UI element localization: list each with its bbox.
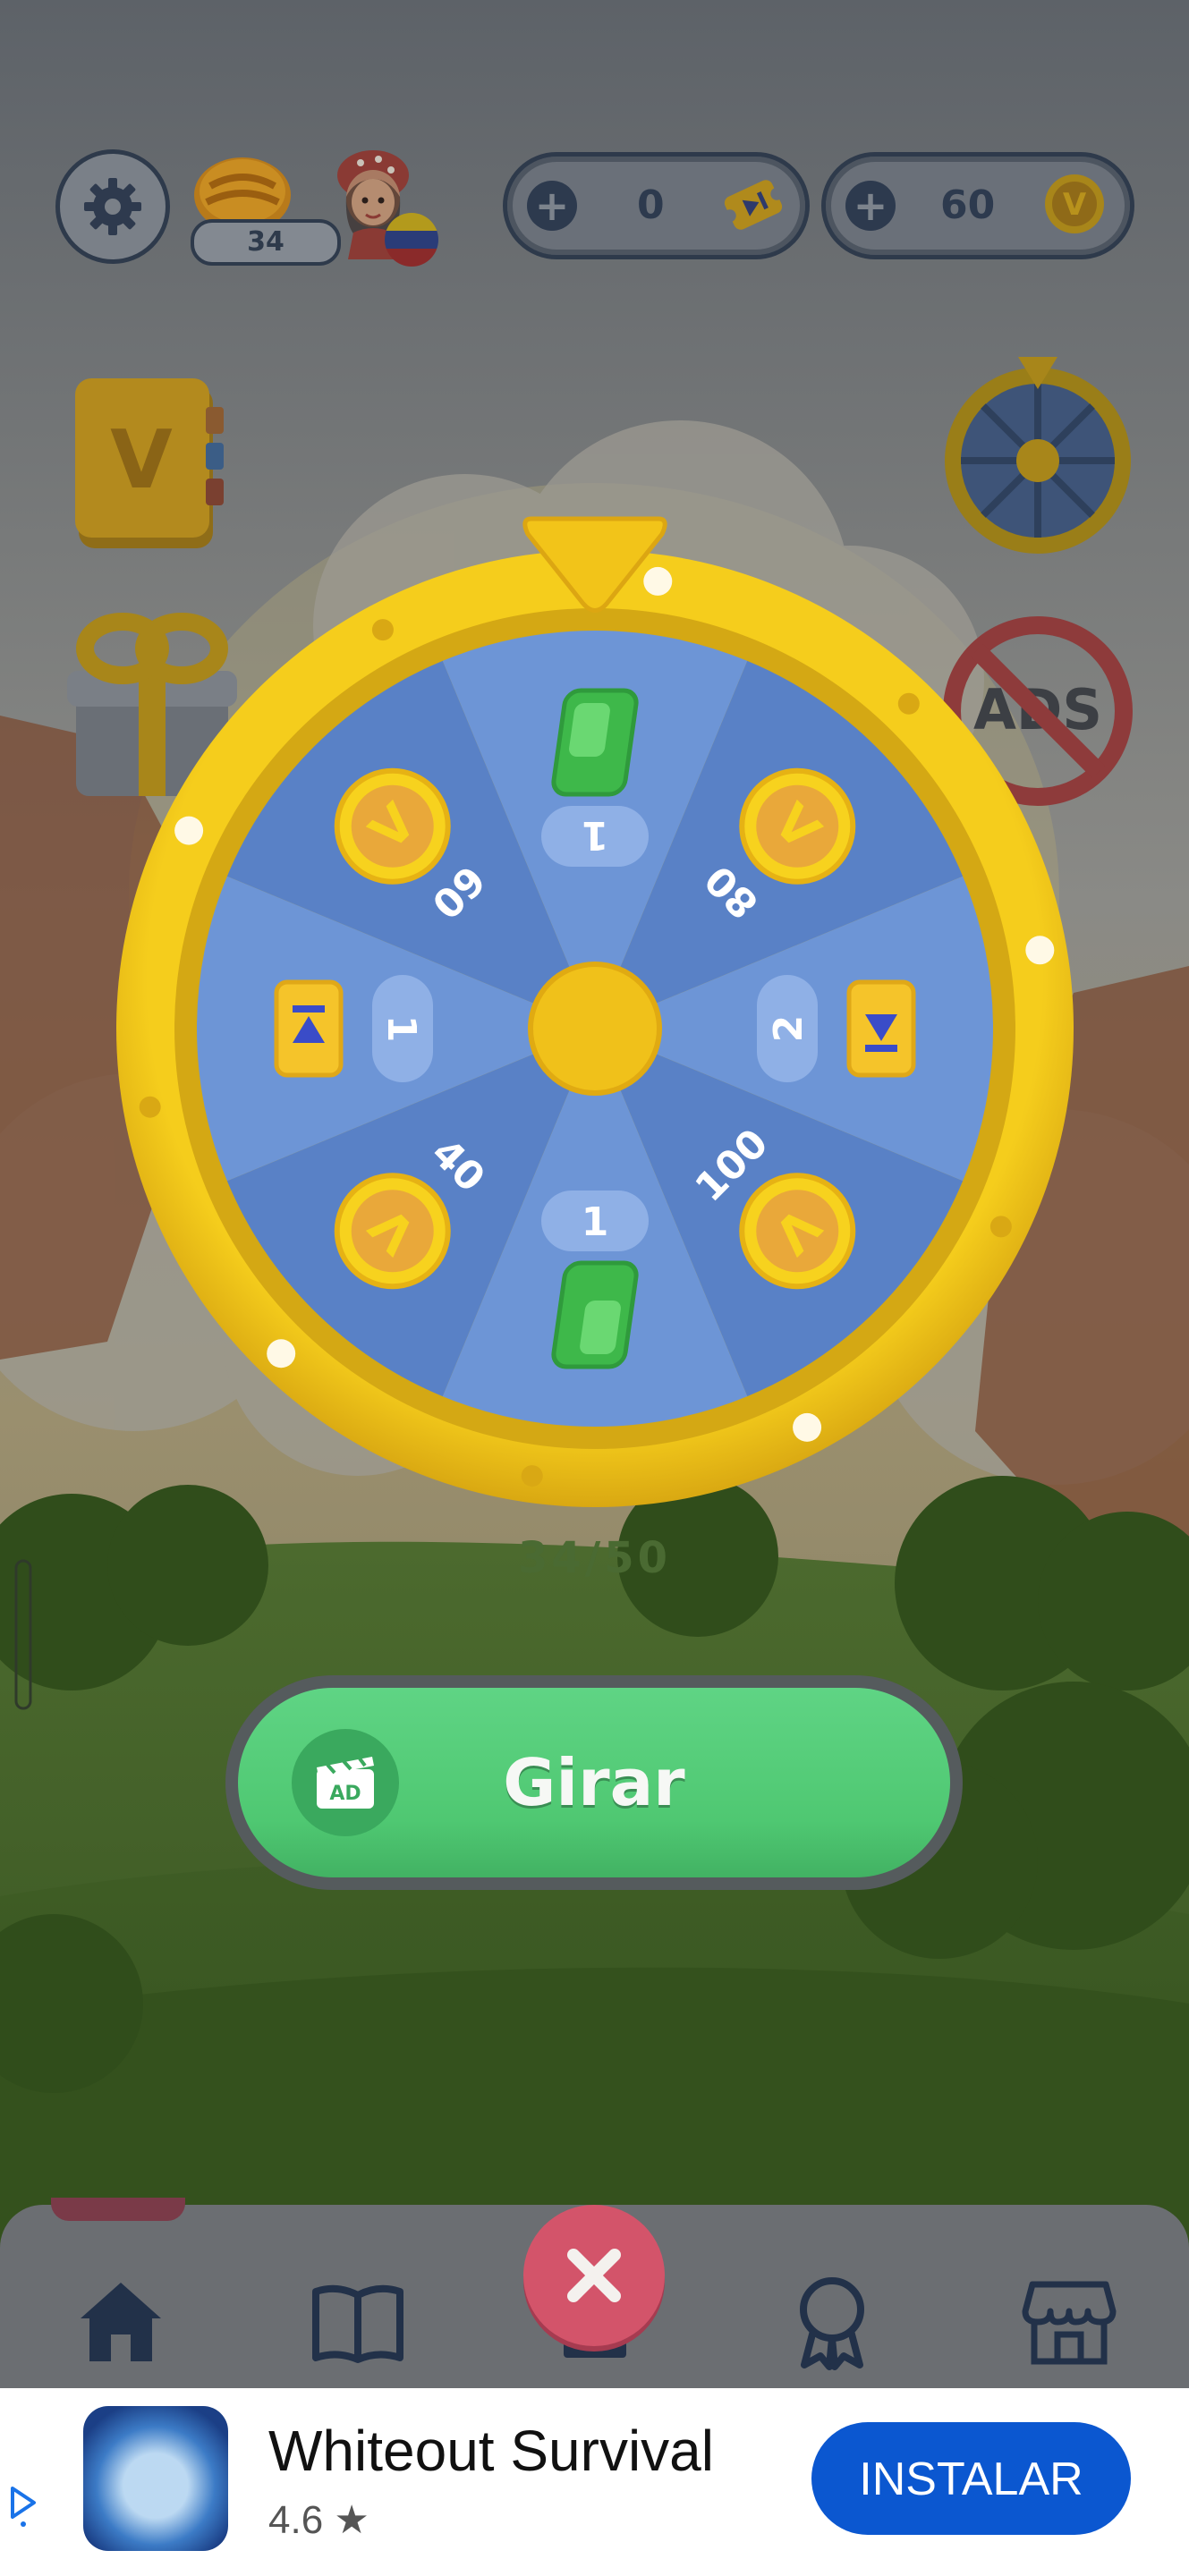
spin-counter: 34/50 xyxy=(517,1533,672,1583)
nav-notification-tab xyxy=(51,2198,185,2221)
coin-letter: V xyxy=(1063,187,1087,223)
tickets-counter: + 0 xyxy=(503,152,810,259)
ad-rating: 4.6 ★ xyxy=(268,2498,369,2542)
rim-bulb xyxy=(521,1465,543,1487)
ticket-prize-icon xyxy=(274,979,344,1078)
rim-bulb xyxy=(793,1412,822,1442)
coin-icon: V xyxy=(1045,174,1104,233)
rim-bulb xyxy=(643,566,673,596)
album-letter: V xyxy=(110,413,173,507)
spin-button[interactable]: AD Girar xyxy=(225,1675,963,1890)
book-icon xyxy=(312,2284,403,2363)
prize-amount-label: 2 xyxy=(757,975,818,1082)
adchoices-icon[interactable] xyxy=(5,2483,41,2528)
tickets-value: 0 xyxy=(637,182,665,228)
settings-button[interactable] xyxy=(55,149,170,264)
install-button[interactable]: INSTALAR xyxy=(811,2422,1131,2535)
rim-bulb xyxy=(989,1216,1012,1238)
nav-book[interactable] xyxy=(309,2272,407,2370)
ad-app-name[interactable]: Whiteout Survival xyxy=(268,2415,714,2487)
close-button[interactable] xyxy=(523,2205,665,2346)
prize-wheel[interactable]: 1 V802V1001V401V60 xyxy=(106,514,1084,1516)
close-icon xyxy=(567,2249,621,2302)
venezuela-flag-icon xyxy=(385,213,438,267)
coins-value: 60 xyxy=(940,182,996,228)
add-coins-button[interactable]: + xyxy=(845,181,896,231)
wheel-hub xyxy=(528,962,662,1096)
award-ribbon-icon xyxy=(800,2277,864,2370)
prize-amount: 1 xyxy=(582,1199,609,1245)
home-icon xyxy=(81,2283,161,2361)
rim-bulb xyxy=(139,1096,161,1118)
game-screen: 34 + 0 + 60 V V 1 V 80 2 V 100 1 V 40 1 … xyxy=(0,0,1189,2576)
rim-bulb xyxy=(267,1339,296,1368)
gem-prize-icon xyxy=(551,688,639,797)
prize-amount: 2 xyxy=(766,1015,811,1043)
rim-bulb xyxy=(1025,936,1055,965)
prize-amount-label: 1 xyxy=(541,806,649,867)
gem-prize-icon xyxy=(551,1260,639,1369)
spin-button-face: AD Girar xyxy=(238,1688,950,1877)
ticket-icon xyxy=(723,180,784,230)
level-badge: 34 xyxy=(191,219,341,266)
shop-icon xyxy=(1022,2281,1117,2365)
add-tickets-button[interactable]: + xyxy=(527,181,577,231)
spin-button-label: Girar xyxy=(503,1745,685,1820)
rim-bulb xyxy=(371,619,394,641)
prize-amount-label: 1 xyxy=(541,1191,649,1251)
nav-home[interactable] xyxy=(72,2272,170,2370)
prize-amount: 1 xyxy=(378,1015,424,1043)
nav-awards[interactable] xyxy=(783,2272,881,2370)
rim-bulb xyxy=(174,816,204,845)
coins-counter: + 60 V xyxy=(821,152,1134,259)
ad-banner[interactable]: Whiteout Survival 4.6 ★ INSTALAR xyxy=(0,2388,1189,2576)
prize-amount: 1 xyxy=(582,812,609,858)
nav-shop[interactable] xyxy=(1020,2272,1118,2370)
rim-bulb xyxy=(897,692,920,715)
prize-amount-label: 1 xyxy=(372,975,433,1082)
app-icon[interactable] xyxy=(83,2406,228,2551)
settings-gear-icon xyxy=(84,178,141,235)
ticket-prize-icon xyxy=(846,979,916,1078)
